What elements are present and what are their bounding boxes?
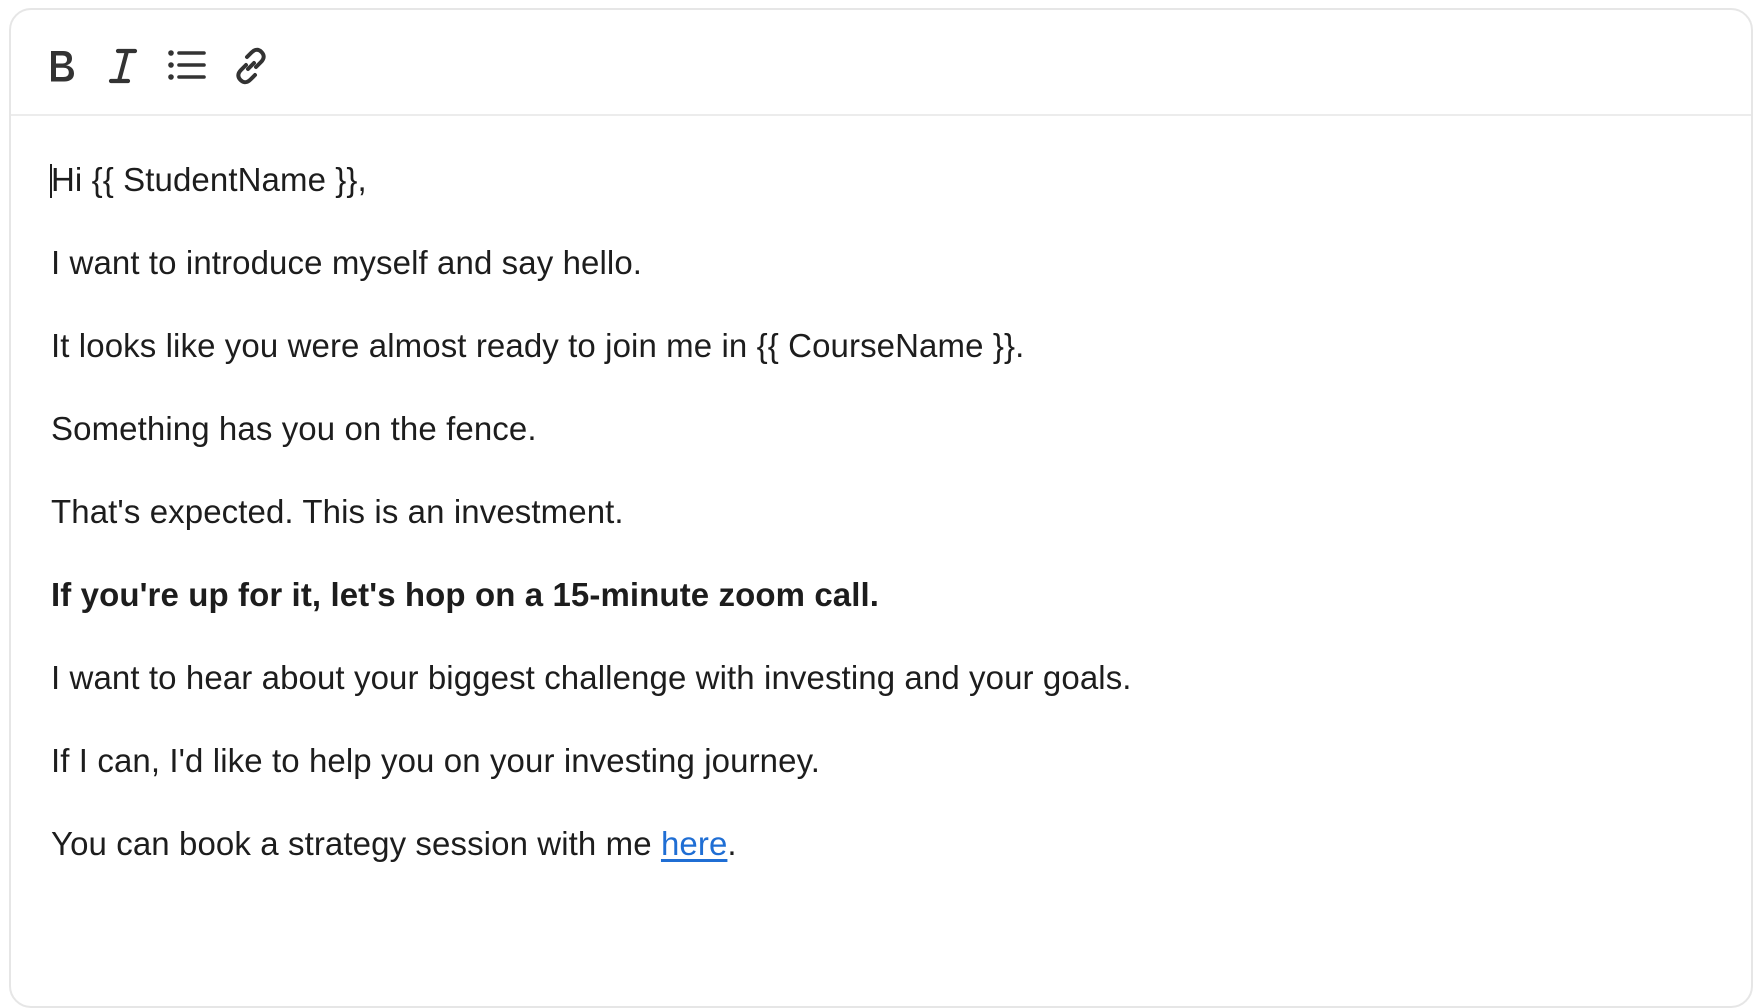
bold-icon <box>44 47 78 85</box>
booking-text: You can book a strategy session with me <box>51 825 661 862</box>
bulleted-list-button[interactable] <box>159 38 215 94</box>
insert-link-button[interactable] <box>223 38 279 94</box>
paragraph-challenge: I want to hear about your biggest challe… <box>51 659 1132 696</box>
text-cursor <box>50 164 52 198</box>
paragraph-course: It looks like you were almost ready to j… <box>51 327 1025 364</box>
booking-link[interactable]: here <box>661 825 727 862</box>
email-editor: Hi {{ StudentName }}, I want to introduc… <box>9 8 1753 1008</box>
link-icon <box>231 46 271 86</box>
formatting-toolbar <box>11 10 1751 116</box>
paragraph-booking: You can book a strategy session with me … <box>51 824 737 864</box>
booking-period: . <box>727 825 737 862</box>
paragraph-zoom-call: If you're up for it, let's hop on a 15-m… <box>51 576 880 613</box>
italic-icon <box>106 47 140 85</box>
paragraph-help: If I can, I'd like to help you on your i… <box>51 742 820 779</box>
bulleted-list-icon <box>167 47 207 85</box>
paragraph-intro: I want to introduce myself and say hello… <box>51 244 643 281</box>
greeting-text: Hi {{ StudentName }}, <box>51 161 367 198</box>
paragraph-fence: Something has you on the fence. <box>51 410 537 447</box>
greeting-line: Hi {{ StudentName }}, <box>50 160 367 200</box>
bold-button[interactable] <box>33 38 89 94</box>
italic-button[interactable] <box>95 38 151 94</box>
paragraph-investment: That's expected. This is an investment. <box>51 493 624 530</box>
